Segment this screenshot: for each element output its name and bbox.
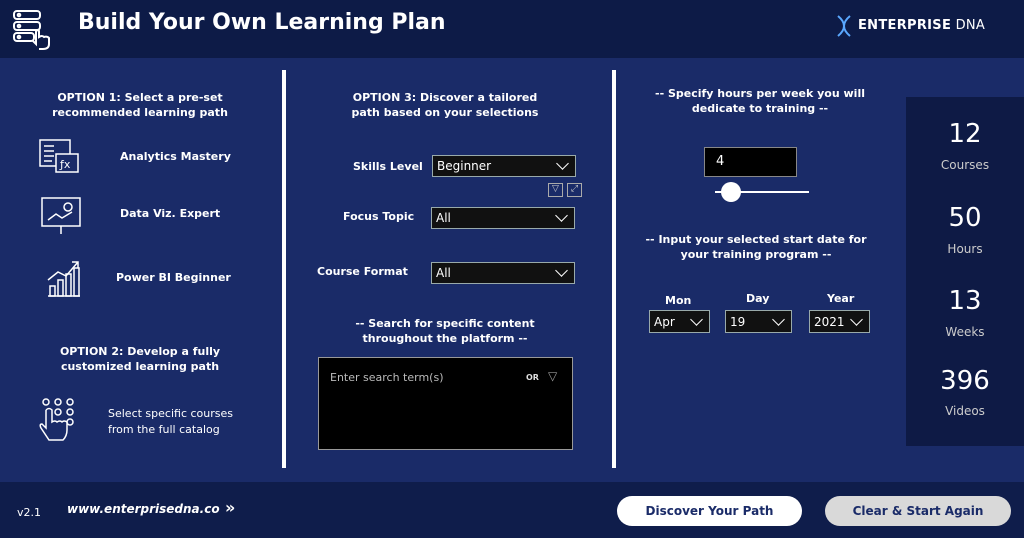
page-title: Build Your Own Learning Plan [78,10,446,35]
discover-path-button[interactable]: Discover Your Path [617,496,802,526]
search-box[interactable]: Enter search term(s) OR ▽ [318,357,573,450]
course-format-dropdown[interactable]: All [431,262,575,284]
hours-input[interactable]: 4 [704,147,797,177]
summary-panel: 12 Courses 50 Hours 13 Weeks 396 Videos [906,97,1024,446]
hours-heading: -- Specify hours per week you will dedic… [655,87,865,115]
focus-topic-dropdown[interactable]: All [431,207,575,229]
slider-handle[interactable] [721,182,742,202]
day-label: Day [746,292,770,305]
keypad-hand-icon [39,398,74,441]
footer: v2.1 www.enterprisedna.co » Discover You… [0,482,1024,538]
bar-growth-icon [47,261,80,297]
year-dropdown[interactable]: 2021 [809,310,870,333]
chevron-down-icon [555,264,568,277]
focus-topic-label: Focus Topic [343,210,415,223]
search-input[interactable]: Enter search term(s) [330,371,444,384]
year-label: Year [827,292,855,305]
double-chevron-right-icon: » [225,498,236,517]
option1-heading: OPTION 1: Select a pre-set recommended l… [52,91,228,119]
skills-level-label: Skills Level [353,160,423,173]
month-label: Mon [665,294,692,307]
path-analytics-mastery[interactable]: ƒx Analytics Mastery [38,138,238,176]
start-date-heading: -- Input your selected start date for yo… [645,233,867,261]
menu-hand-icon [13,10,50,50]
divider [282,70,286,468]
chevron-down-icon [772,312,785,326]
chevron-down-icon [555,209,568,222]
courses-count: 12 [948,119,982,149]
option3-heading: OPTION 3: Discover a tailored path based… [351,91,539,119]
header: Build Your Own Learning Plan ENTERPRISE … [0,0,1024,58]
filter-icon[interactable]: ▽ [548,183,563,197]
course-format-label: Course Format [317,265,408,278]
chart-board-icon [41,197,81,234]
version-label: v2.1 [17,506,42,519]
dna-logo-icon [837,15,851,37]
custom-path-link[interactable]: Select specific courses from the full ca… [36,396,256,446]
path-power-bi-beginner[interactable]: Power BI Beginner [38,256,238,298]
skills-level-dropdown[interactable]: Beginner [432,155,576,177]
search-heading: -- Search for specific content throughou… [355,317,535,345]
website-link[interactable]: www.enterprisedna.co [67,502,220,516]
chevron-down-icon [850,312,863,326]
filter-icon[interactable]: ▽ [548,369,557,383]
focus-mode-icon[interactable]: ⤢ [567,183,582,197]
clear-start-again-button[interactable]: Clear & Start Again [825,496,1011,526]
weeks-count: 13 [948,286,982,316]
chevron-down-icon [556,157,569,170]
or-toggle[interactable]: OR [526,373,539,382]
day-dropdown[interactable]: 19 [725,310,792,333]
videos-count: 396 [940,366,990,396]
month-dropdown[interactable]: Apr [649,310,710,333]
formula-icon: ƒx [39,139,79,173]
chevron-down-icon [690,312,703,326]
brand-logo: ENTERPRISE DNA [858,18,986,33]
hours-count: 50 [948,203,982,233]
option2-heading: OPTION 2: Develop a fully customized lea… [59,345,221,373]
svg-text:ƒx: ƒx [59,158,71,171]
path-data-viz-expert[interactable]: Data Viz. Expert [38,196,238,236]
divider [612,70,616,468]
